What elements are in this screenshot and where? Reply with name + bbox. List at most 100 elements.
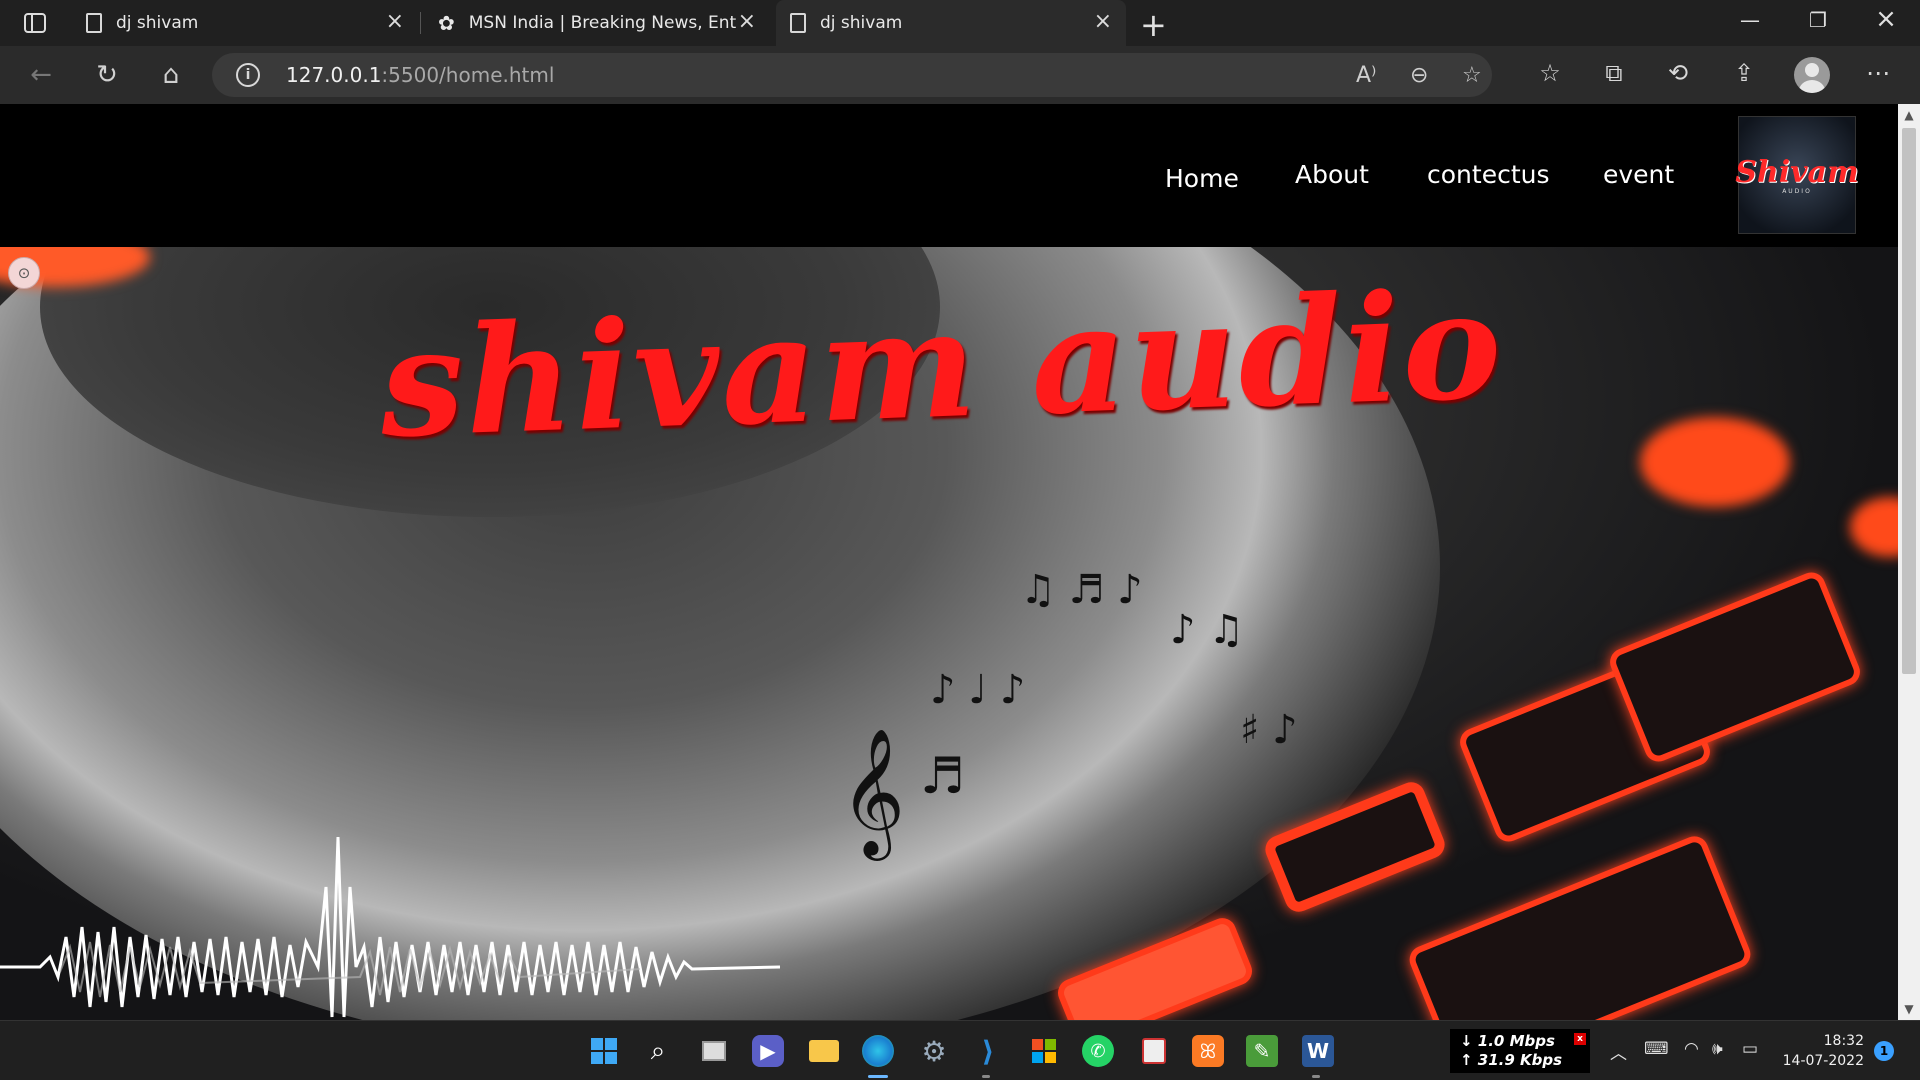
file-explorer-button[interactable]	[808, 1035, 840, 1067]
more-menu-icon[interactable]: ⋯	[1862, 59, 1894, 87]
treble-clef-graphic: 𝄞	[840, 727, 906, 855]
sound-wave-graphic	[0, 836, 780, 1018]
close-icon[interactable]: ×	[738, 11, 756, 33]
download-speed: ↓ 1.0 Mbps	[1460, 1032, 1555, 1050]
browser-toolbar: ← ↻ ⌂ i 127.0.0.1:5500/home.html A⁾ ⊖ ☆ …	[0, 46, 1920, 104]
page-scrollbar[interactable]: ▲ ▼	[1898, 104, 1920, 1020]
search-button[interactable]: ⌕	[642, 1035, 674, 1067]
favorites-icon[interactable]: ☆	[1534, 59, 1566, 87]
close-icon[interactable]: x	[1574, 1033, 1586, 1045]
logo-sub-text: AUDIO	[1782, 188, 1812, 195]
glow-light	[1850, 497, 1900, 557]
visual-search-icon[interactable]: ⊙	[8, 257, 40, 289]
notification-badge[interactable]: 1	[1874, 1041, 1894, 1061]
tab-actions-button[interactable]	[14, 8, 56, 38]
tab-title: dj shivam	[820, 13, 903, 33]
vscode-button[interactable]: ⟩	[972, 1034, 1004, 1068]
snipping-icon	[1142, 1038, 1166, 1064]
whatsapp-icon: ✆	[1090, 1040, 1106, 1062]
active-app-indicator	[868, 1075, 888, 1078]
dj-pad-graphic	[1605, 568, 1865, 766]
vscode-icon: ⟩	[981, 1034, 995, 1068]
nav-home-link[interactable]: Home	[1165, 164, 1239, 193]
glow-light	[1640, 417, 1790, 507]
running-app-indicator	[982, 1075, 990, 1078]
search-icon: ⌕	[650, 1035, 666, 1066]
start-button[interactable]	[588, 1035, 620, 1067]
site-navbar: Home About contectus event Shivam AUDIO	[0, 104, 1900, 247]
read-aloud-icon[interactable]: A⁾	[1356, 63, 1376, 88]
xampp-button[interactable]: ꕤ	[1192, 1035, 1224, 1067]
word-icon: W	[1306, 1039, 1330, 1063]
clock-time: 18:32	[1823, 1033, 1864, 1049]
task-view-icon	[702, 1041, 726, 1061]
scrollbar-thumb[interactable]	[1902, 128, 1916, 674]
music-notes-graphic: ♪ ♩ ♪	[930, 667, 1026, 713]
msn-icon: ✿	[438, 11, 455, 35]
whatsapp-button[interactable]: ✆	[1082, 1035, 1114, 1067]
history-icon[interactable]: ⟲	[1662, 59, 1694, 87]
back-button[interactable]: ←	[26, 60, 56, 90]
task-view-button[interactable]	[698, 1035, 730, 1067]
nav-event-link[interactable]: event	[1603, 160, 1674, 189]
page-icon	[86, 13, 102, 33]
app-button[interactable]: ✎	[1246, 1035, 1278, 1067]
edge-browser-button[interactable]	[862, 1035, 894, 1067]
music-notes-graphic: ♬	[920, 747, 965, 805]
keyboard-icon[interactable]: ⌨	[1644, 1039, 1669, 1059]
chat-icon: ▶	[760, 1039, 776, 1063]
close-icon[interactable]: ×	[1094, 11, 1112, 33]
system-clock[interactable]: 18:32 14-07-2022	[1778, 1031, 1864, 1071]
word-button[interactable]: W	[1302, 1035, 1334, 1067]
windows-taskbar: ⌕ ▶ ⚙ ⟩ ✆ ꕤ ✎ W ↓ 1.0 Mbps ↑ 31.9 Kbps x…	[0, 1020, 1920, 1080]
dj-pad-graphic	[1405, 832, 1755, 1020]
xampp-icon: ꕤ	[1199, 1039, 1217, 1063]
scroll-up-icon[interactable]: ▲	[1898, 108, 1920, 122]
scroll-down-icon[interactable]: ▼	[1898, 1002, 1920, 1016]
site-info-icon[interactable]: i	[236, 63, 260, 87]
site-logo[interactable]: Shivam AUDIO	[1735, 116, 1859, 234]
new-tab-button[interactable]: +	[1140, 6, 1167, 44]
url-text[interactable]: 127.0.0.1:5500/home.html	[286, 63, 554, 87]
logo-brand-text: Shivam	[1735, 155, 1859, 190]
home-button[interactable]: ⌂	[156, 60, 186, 90]
network-speed-widget[interactable]: ↓ 1.0 Mbps ↑ 31.9 Kbps x	[1450, 1029, 1590, 1073]
tab-title: dj shivam	[116, 13, 199, 33]
hero-banner: shivam audio ♫ ♬ ♪ ♪ ♫ ♪ ♩ ♪ 𝄞 ♬ ♯ ♪ ⊙	[0, 247, 1900, 1020]
restore-button[interactable]: ❐	[1798, 8, 1838, 32]
store-icon	[1032, 1039, 1056, 1063]
store-button[interactable]	[1028, 1035, 1060, 1067]
nav-about-link[interactable]: About	[1295, 160, 1369, 189]
zoom-out-icon[interactable]: ⊖	[1410, 63, 1428, 88]
battery-icon[interactable]: ▭	[1742, 1039, 1758, 1059]
wifi-icon[interactable]: ◠	[1684, 1039, 1699, 1059]
profile-avatar[interactable]	[1794, 57, 1830, 93]
address-bar[interactable]: i 127.0.0.1:5500/home.html A⁾ ⊖ ☆	[212, 53, 1492, 97]
share-icon[interactable]: ⇪	[1728, 59, 1760, 87]
browser-titlebar: dj shivam × ✿ MSN India | Breaking News,…	[0, 0, 1920, 46]
tab-dj-shivam-1[interactable]: dj shivam ×	[72, 0, 418, 46]
chat-button[interactable]: ▶	[752, 1035, 784, 1067]
snipping-tool-button[interactable]	[1138, 1035, 1170, 1067]
tab-msn[interactable]: ✿ MSN India | Breaking News, Ente ×	[424, 0, 770, 46]
close-icon[interactable]: ×	[386, 11, 404, 33]
tab-actions-icon	[24, 13, 46, 33]
music-notes-graphic: ♫ ♬ ♪	[1020, 567, 1143, 613]
settings-button[interactable]: ⚙	[918, 1035, 950, 1068]
folder-icon	[809, 1040, 839, 1062]
nav-contact-link[interactable]: contectus	[1427, 160, 1550, 189]
collections-icon[interactable]: ⧉	[1598, 59, 1630, 87]
page-icon	[790, 13, 806, 33]
refresh-button[interactable]: ↻	[92, 60, 122, 90]
chevron-up-icon[interactable]: ︿	[1610, 1039, 1627, 1064]
volume-icon[interactable]: 🕪	[1712, 1039, 1723, 1059]
music-notes-graphic: ♯ ♪	[1240, 707, 1298, 753]
tab-dj-shivam-active[interactable]: dj shivam ×	[776, 0, 1126, 46]
page-viewport: Home About contectus event Shivam AUDIO …	[0, 104, 1900, 1020]
add-favorite-icon[interactable]: ☆	[1462, 63, 1482, 88]
music-notes-graphic: ♪ ♫	[1170, 607, 1245, 653]
clock-date: 14-07-2022	[1782, 1053, 1864, 1069]
minimize-button[interactable]: —	[1730, 8, 1770, 32]
running-app-indicator	[1312, 1075, 1320, 1078]
close-window-button[interactable]: ×	[1866, 4, 1906, 34]
